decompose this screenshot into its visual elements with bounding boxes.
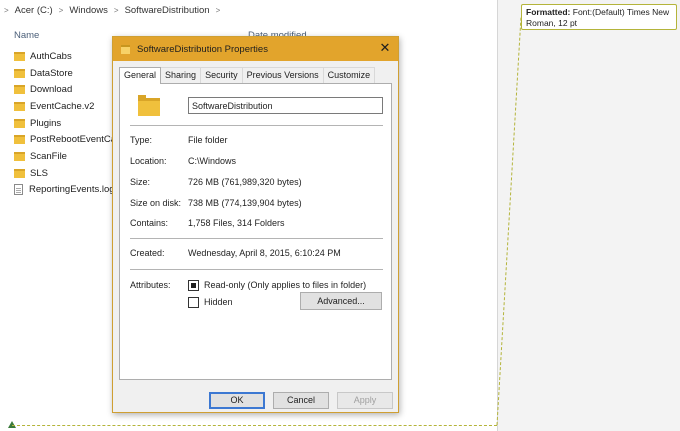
comment-label: Formatted: (526, 7, 571, 17)
file-name: Plugins (30, 117, 62, 129)
file-name: SLS (30, 167, 48, 179)
dialog-title: SoftwareDistribution Properties (137, 43, 268, 55)
breadcrumb-softwaredistribution[interactable]: SoftwareDistribution (125, 5, 210, 16)
attributes-label: Attributes: (130, 280, 171, 290)
general-tab-panel: Type: File folder Location: C:\Windows S… (119, 83, 392, 380)
folder-icon (14, 168, 25, 178)
breadcrumb: > Acer (C:) > Windows > SoftwareDistribu… (4, 3, 226, 17)
folder-icon (121, 44, 130, 54)
dialog-titlebar[interactable]: SoftwareDistribution Properties ✕ (113, 37, 398, 61)
advanced-button[interactable]: Advanced... (300, 292, 382, 310)
file-name: Download (30, 84, 73, 96)
track-change-line (12, 425, 497, 426)
readonly-checkbox[interactable] (188, 280, 199, 291)
folder-icon (14, 118, 25, 128)
list-item[interactable]: DataStore (14, 65, 124, 82)
file-name: ScanFile (30, 150, 67, 162)
tab-customize[interactable]: Customize (322, 67, 376, 83)
file-name: DataStore (30, 67, 73, 79)
contains-value: 1,758 Files, 314 Folders (188, 218, 285, 228)
list-item[interactable]: ScanFile (14, 148, 124, 165)
size-on-disk-value: 738 MB (774,139,904 bytes) (188, 198, 302, 208)
location-label: Location: (130, 156, 167, 166)
ok-button[interactable]: OK (209, 392, 265, 409)
folder-icon (14, 51, 25, 61)
breadcrumb-separator: > (113, 5, 119, 15)
folder-icon (14, 135, 25, 145)
divider (130, 269, 383, 270)
file-name: EventCache.v2 (30, 100, 95, 112)
breadcrumb-acer[interactable]: Acer (C:) (15, 5, 53, 16)
tab-sharing[interactable]: Sharing (160, 67, 202, 83)
list-item[interactable]: Plugins (14, 115, 124, 132)
readonly-label[interactable]: Read-only (Only applies to files in fold… (204, 280, 366, 290)
size-label: Size: (130, 177, 151, 187)
folder-icon (14, 101, 25, 111)
properties-dialog: SoftwareDistribution Properties ✕ Genera… (112, 36, 399, 413)
list-item[interactable]: Download (14, 81, 124, 98)
close-icon[interactable]: ✕ (378, 41, 392, 55)
list-item[interactable]: EventCache.v2 (14, 98, 124, 115)
breadcrumb-separator[interactable]: > (216, 6, 221, 15)
breadcrumb-separator: > (58, 5, 64, 15)
tab-strip: General Sharing Security Previous Versio… (119, 67, 376, 84)
hidden-label[interactable]: Hidden (204, 297, 233, 307)
size-on-disk-label: Size on disk: (130, 198, 182, 208)
folder-icon (14, 68, 25, 78)
folder-icon (14, 151, 25, 161)
tab-general[interactable]: General (119, 67, 162, 84)
type-value: File folder (188, 135, 228, 145)
list-item[interactable]: AuthCabs (14, 48, 124, 65)
breadcrumb-windows[interactable]: Windows (69, 5, 108, 16)
type-label: Type: (130, 135, 153, 145)
file-name: PostRebootEventCa (30, 134, 117, 146)
divider (130, 125, 383, 126)
column-header-name[interactable]: Name (14, 30, 39, 41)
hidden-checkbox[interactable] (188, 297, 199, 308)
folder-icon (14, 85, 25, 95)
apply-button[interactable]: Apply (337, 392, 393, 409)
file-list: AuthCabs DataStore Download EventCache.v… (14, 48, 124, 198)
size-value: 726 MB (761,989,320 bytes) (188, 177, 302, 187)
list-item[interactable]: PostRebootEventCa (14, 131, 124, 148)
folder-name-input[interactable] (188, 97, 383, 114)
created-value: Wednesday, April 8, 2015, 6:10:24 PM (188, 248, 341, 258)
document-icon (14, 184, 23, 196)
tab-previous-versions[interactable]: Previous Versions (241, 67, 324, 83)
contains-label: Contains: (130, 218, 169, 228)
created-label: Created: (130, 248, 165, 258)
divider (130, 238, 383, 239)
markup-pane (498, 0, 680, 431)
breadcrumb-chevron[interactable]: > (4, 6, 9, 15)
tab-security[interactable]: Security (200, 67, 243, 83)
list-item[interactable]: ReportingEvents.log (14, 182, 124, 199)
folder-icon (138, 95, 160, 116)
formatting-comment[interactable]: Formatted: Font:(Default) Times New Roma… (521, 4, 677, 30)
file-name: ReportingEvents.log (29, 184, 115, 196)
cancel-button[interactable]: Cancel (273, 392, 329, 409)
location-value: C:\Windows (188, 156, 237, 166)
file-name: AuthCabs (30, 50, 72, 62)
list-item[interactable]: SLS (14, 165, 124, 182)
